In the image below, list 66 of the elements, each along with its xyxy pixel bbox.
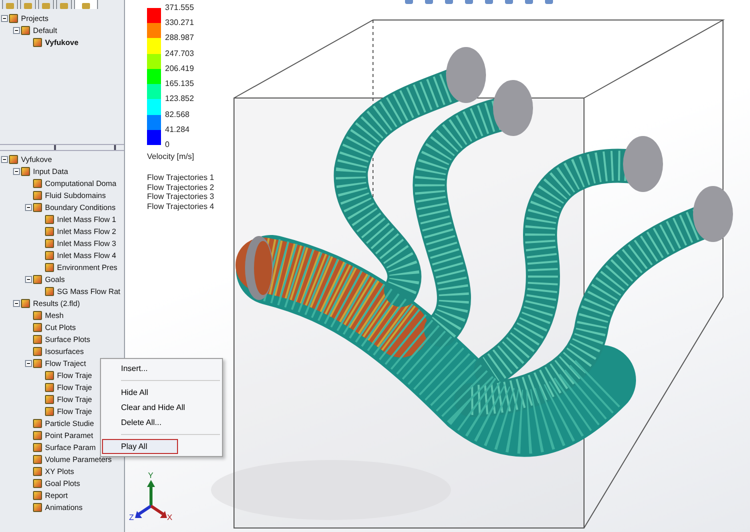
menu-item[interactable]: Hide All [102,385,178,400]
tree-node-icon [33,334,42,344]
tree-node-icon [33,178,42,188]
tree-node-icon [33,274,42,284]
scale-value: 371.555 [165,4,194,12]
tree-node-icon [33,454,42,464]
axis-triad-icon [135,480,167,518]
tree-node-icon [45,238,54,248]
scale-value: 247.703 [165,50,194,58]
axis-label: X [167,513,172,522]
collapse-toggle[interactable] [25,204,32,210]
tree-node-icon [21,26,30,34]
tree-node-icon [33,358,42,368]
tree-node-icon [45,250,54,260]
tree-node-icon [33,190,42,200]
axis-label: Y [148,471,154,480]
tree-node-icon [9,14,18,22]
tree-node-icon [21,166,30,176]
collapse-toggle[interactable] [13,26,20,34]
scale-value: 0 [165,140,170,149]
tree-node-icon [9,154,18,164]
scale-value: 41.284 [165,126,190,134]
tree-node-icon [33,466,42,476]
tree-node-icon [33,478,42,488]
tree-node-icon [45,382,54,392]
tree-node-icon [45,370,54,380]
tree-node-icon [33,346,42,356]
tree-node-icon [33,202,42,212]
tree-node-icon [33,442,42,452]
collapse-toggle[interactable] [25,276,32,282]
axis-label: Z [129,513,134,522]
plot-name: Flow Trajectories 1 [147,173,214,182]
tree-node-icon [33,38,42,46]
tree-node-icon [45,406,54,416]
tree-node-icon [33,502,42,512]
pane-splitter[interactable] [0,144,124,151]
plot-name: Flow Trajectories 2 [147,182,214,192]
collapse-toggle[interactable] [13,168,20,174]
scale-value: 82.568 [165,110,190,119]
plot-name: Flow Trajectories 4 [147,202,214,211]
scale-value: 206.419 [165,64,194,73]
collapse-toggle[interactable] [1,156,8,162]
collapse-toggle[interactable] [25,360,32,366]
menu-item[interactable]: Delete All... [102,415,178,430]
tree-node-icon [45,214,54,224]
scale-value: 123.852 [165,95,194,104]
tree-node-icon [33,418,42,428]
tree-node-icon [33,322,42,332]
plot-name: Flow Trajectories 3 [147,192,214,202]
collapse-toggle[interactable] [13,300,20,306]
collapse-toggle[interactable] [1,14,8,22]
tree-node-icon [33,430,42,440]
tree-node-icon [45,262,54,272]
tree-node-icon [45,394,54,404]
tree-node-icon [33,310,42,320]
tree-node-icon [33,490,42,500]
menu-item[interactable]: Insert... [102,361,178,376]
tree-node-icon [45,226,54,236]
menu-item[interactable]: Play All [102,439,178,454]
menu-item[interactable]: Clear and Hide All [102,400,192,415]
scale-value: 288.987 [165,34,194,42]
tree-node-icon [45,286,54,296]
scale-value: 330.271 [165,19,194,28]
scale-value: 165.135 [165,80,194,88]
legend-title: Velocity [m/s] [147,152,196,161]
tree-node-icon [21,298,30,308]
